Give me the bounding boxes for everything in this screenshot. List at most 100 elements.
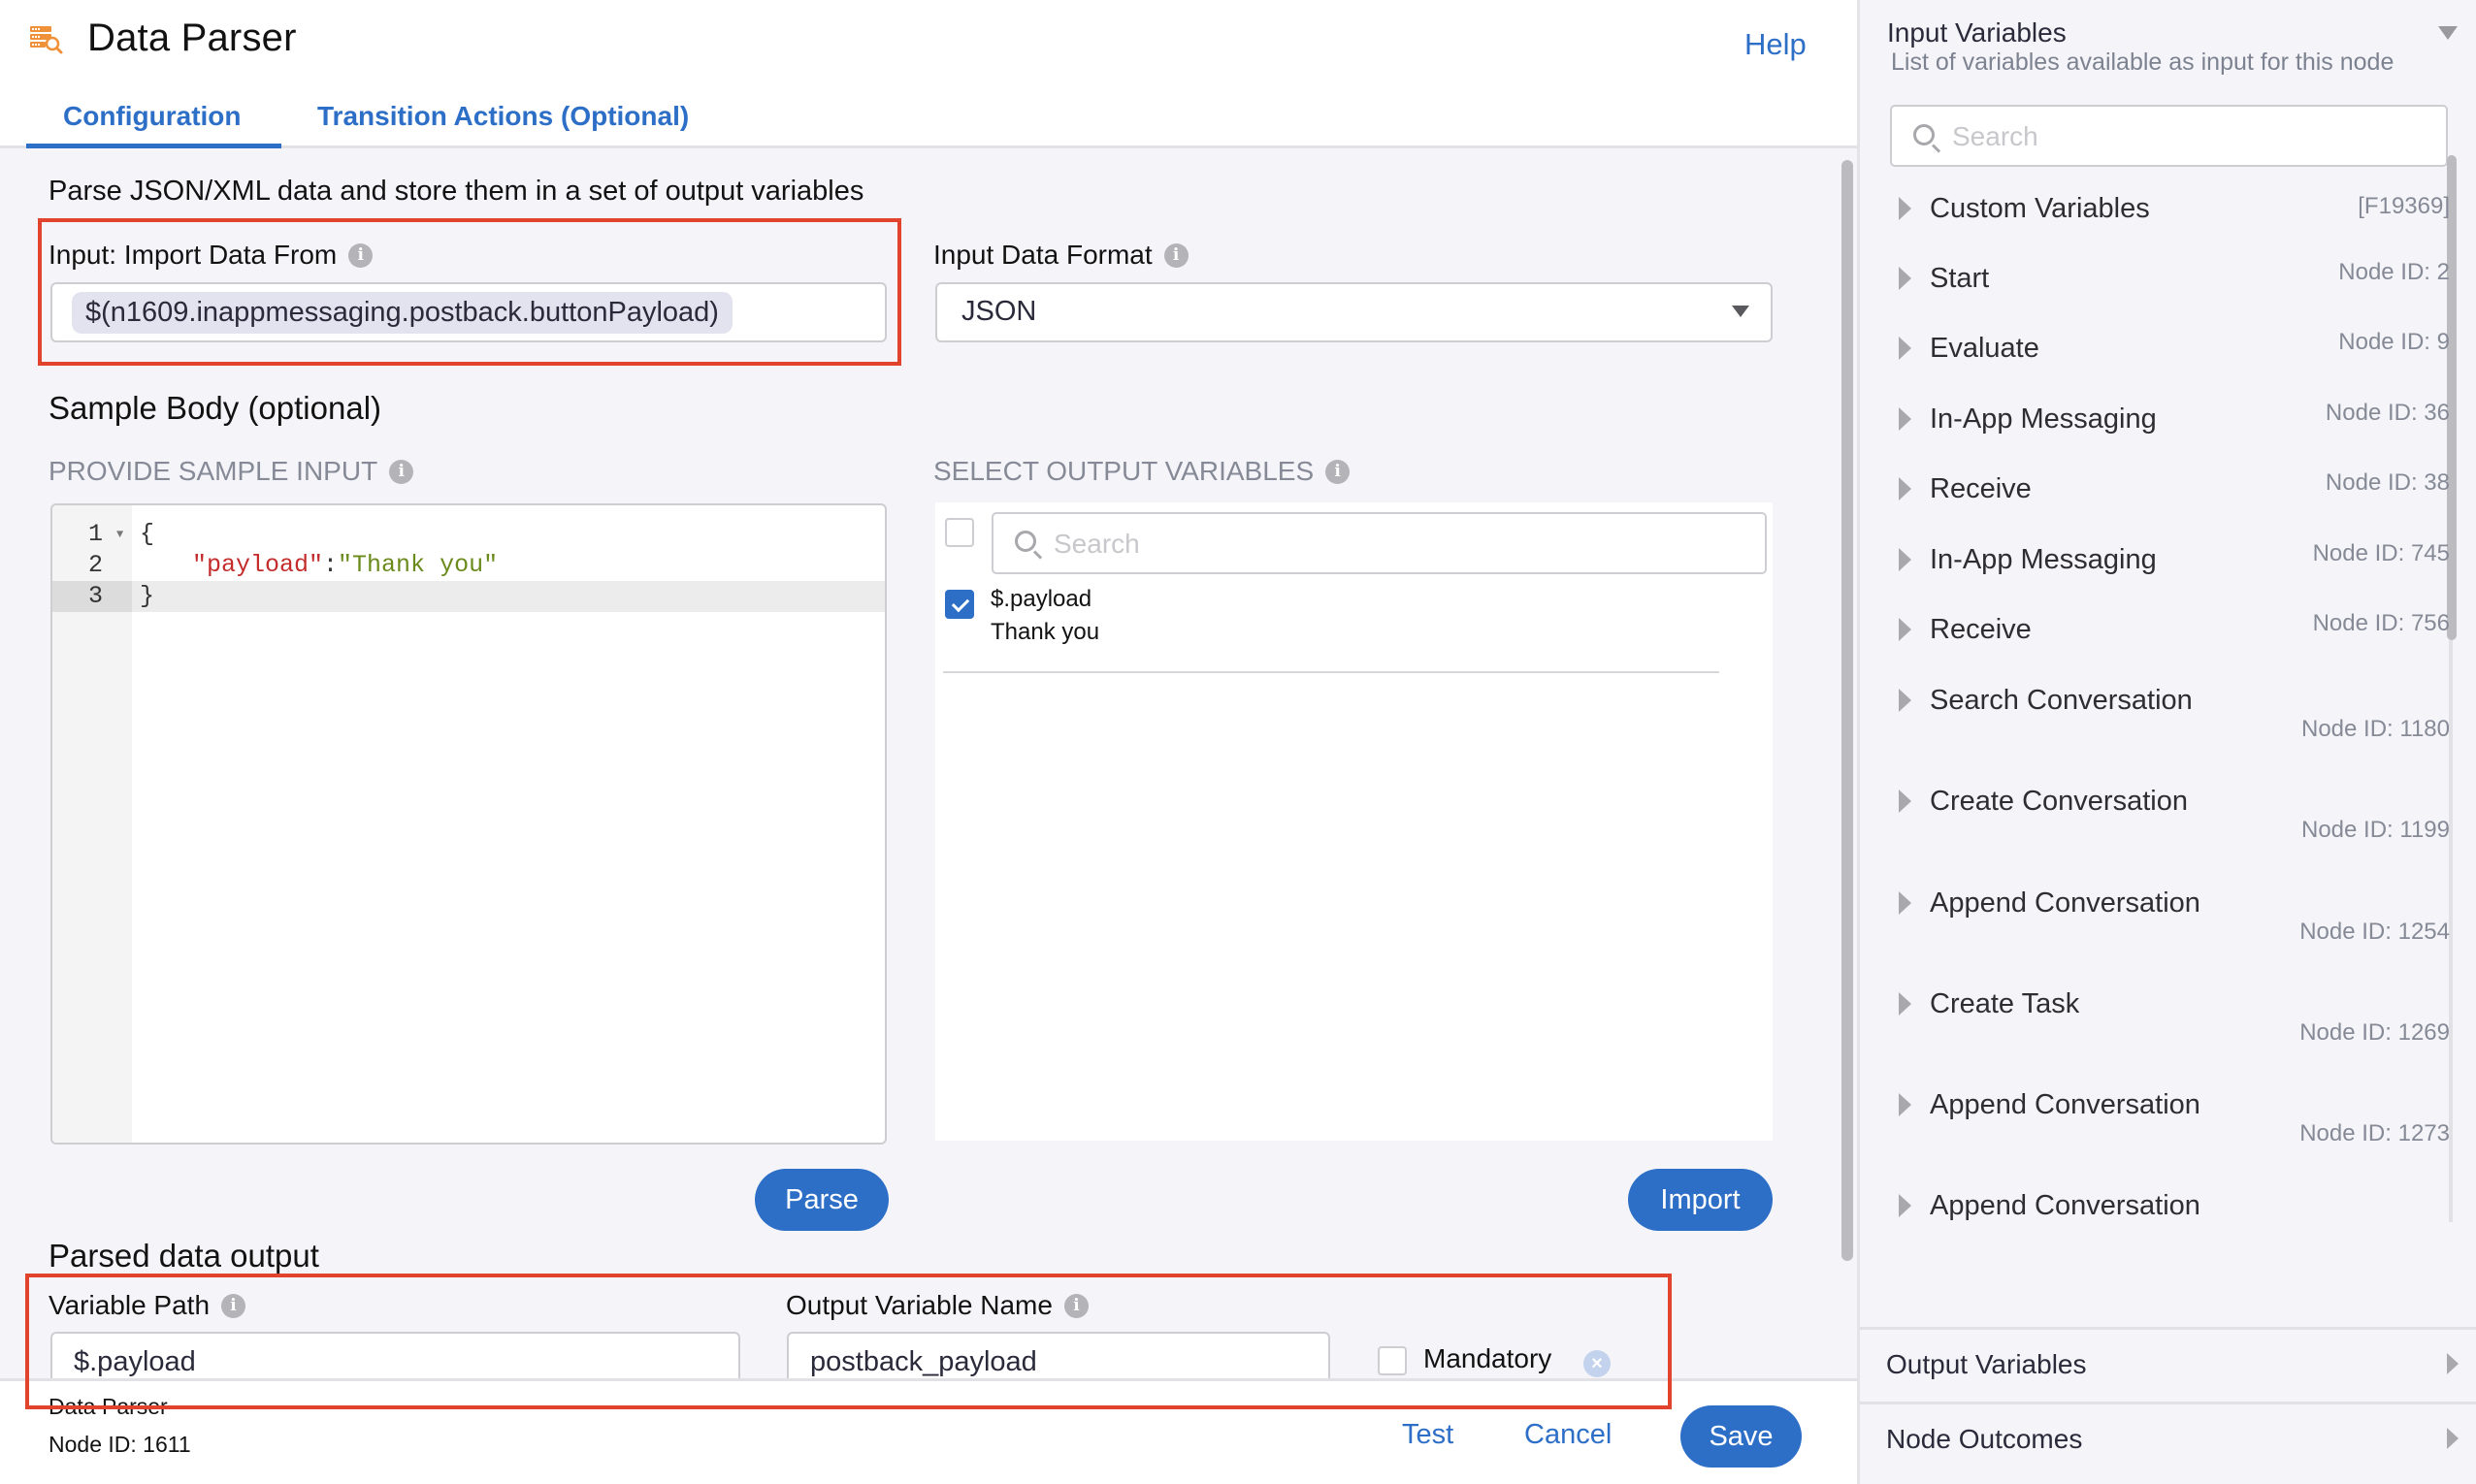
node-outcomes-section[interactable]: Node Outcomes: [1860, 1402, 2476, 1476]
input-variables-list: Custom Variables [F19369] Start Node ID:…: [1887, 179, 2450, 1225]
list-item[interactable]: Evaluate Node ID: 9: [1887, 329, 2450, 391]
expand-arrow-icon[interactable]: [1899, 790, 1911, 813]
variable-token[interactable]: $(n1609.inappmessaging.postback.buttonPa…: [72, 292, 733, 334]
list-item-id: Node ID: 745: [2312, 540, 2450, 566]
input-variables-search-placeholder: Search: [1952, 121, 2038, 151]
select-all-checkbox[interactable]: [945, 518, 974, 547]
expand-arrow-icon[interactable]: [1899, 689, 1911, 712]
input-format-value: JSON: [961, 296, 1037, 327]
output-search-placeholder: Search: [1054, 529, 1140, 559]
list-item[interactable]: Start Node ID: 2: [1887, 259, 2450, 321]
list-item[interactable]: Create Conversation Node ID: 1199: [1887, 786, 2450, 883]
mandatory-checkbox[interactable]: [1378, 1346, 1407, 1375]
output-variables-section[interactable]: Output Variables: [1860, 1327, 2476, 1402]
list-item[interactable]: Receive Node ID: 38: [1887, 469, 2450, 532]
tab-configuration[interactable]: Configuration: [63, 101, 242, 132]
list-item[interactable]: Append Conversation: [1887, 1190, 2450, 1225]
list-item-id: [F19369]: [2358, 193, 2450, 219]
expand-arrow-icon[interactable]: [1899, 197, 1911, 220]
chevron-right-icon: [2447, 1428, 2459, 1449]
fold-arrow-icon[interactable]: ▼: [116, 519, 123, 550]
expand-arrow-icon[interactable]: [1899, 477, 1911, 500]
info-icon[interactable]: i: [389, 459, 414, 484]
code-text: "payload":"Thank you": [192, 550, 498, 581]
code-line: 2 "payload":"Thank you": [52, 550, 885, 581]
list-item-id: Node ID: 38: [2325, 469, 2450, 496]
help-link[interactable]: Help: [1744, 27, 1807, 62]
expand-arrow-icon[interactable]: [1899, 891, 1911, 915]
variable-path-label-text: Variable Path: [49, 1290, 211, 1320]
list-item-name: Receive: [1930, 473, 2032, 504]
output-search-input[interactable]: Search: [992, 512, 1767, 574]
expand-arrow-icon[interactable]: [1899, 618, 1911, 641]
expand-arrow-icon[interactable]: [1899, 992, 1911, 1016]
list-item[interactable]: Search Conversation Node ID: 1180: [1887, 685, 2450, 782]
info-icon[interactable]: i: [1163, 242, 1189, 268]
description-text: Parse JSON/XML data and store them in a …: [49, 176, 864, 207]
output-var-path: $.payload: [991, 586, 1092, 612]
search-icon: [1015, 531, 1036, 552]
cancel-button[interactable]: Cancel: [1524, 1419, 1612, 1451]
list-item-id: Node ID: 9: [2338, 329, 2450, 355]
mandatory-label: Mandatory: [1423, 1343, 1552, 1373]
list-item[interactable]: Create Task Node ID: 1269: [1887, 988, 2450, 1085]
info-icon[interactable]: i: [348, 242, 374, 268]
test-button[interactable]: Test: [1402, 1419, 1453, 1451]
info-icon[interactable]: i: [1325, 459, 1351, 484]
expand-arrow-icon[interactable]: [1899, 1194, 1911, 1217]
collapse-caret-icon[interactable]: [2438, 26, 2458, 40]
main-scrollbar[interactable]: [1841, 160, 1853, 1261]
code-line-active: 3 }: [52, 581, 885, 612]
list-item[interactable]: In-App Messaging Node ID: 745: [1887, 540, 2450, 602]
node-outcomes-section-label: Node Outcomes: [1886, 1424, 2083, 1454]
save-button[interactable]: Save: [1680, 1405, 1802, 1468]
list-item-id: Node ID: 1273: [2299, 1120, 2450, 1146]
import-button[interactable]: Import: [1628, 1169, 1773, 1231]
chevron-right-icon: [2447, 1353, 2459, 1374]
list-item[interactable]: Receive Node ID: 756: [1887, 610, 2450, 672]
parsed-data-output-title: Parsed data output: [49, 1238, 319, 1274]
list-item[interactable]: Append Conversation Node ID: 1254: [1887, 887, 2450, 984]
output-var-checkbox[interactable]: [945, 590, 974, 619]
list-item-id: Node ID: 1199: [2301, 817, 2450, 843]
list-item-name: Append Conversation: [1930, 1089, 2200, 1120]
parse-button[interactable]: Parse: [755, 1169, 889, 1231]
input-variables-subtitle: List of variables available as input for…: [1891, 48, 2395, 76]
input-format-select[interactable]: JSON: [935, 282, 1773, 342]
sample-input-editor[interactable]: 1 ▼ { 2 "payload":"Thank you" 3 }: [50, 503, 887, 1145]
list-item-name: Create Conversation: [1930, 786, 2188, 817]
data-parser-icon: [30, 26, 63, 54]
list-item[interactable]: Append Conversation Node ID: 1273: [1887, 1089, 2450, 1186]
output-variables-section-label: Output Variables: [1886, 1349, 2087, 1379]
list-item-name: Append Conversation: [1930, 1190, 2200, 1221]
list-item[interactable]: In-App Messaging Node ID: 36: [1887, 400, 2450, 462]
list-item-name: Create Task: [1930, 988, 2080, 1019]
remove-row-icon[interactable]: ×: [1583, 1350, 1611, 1377]
tab-transition-actions[interactable]: Transition Actions (Optional): [317, 101, 689, 132]
variable-path-label: Variable Path i: [49, 1290, 246, 1321]
list-item-name: Append Conversation: [1930, 887, 2200, 919]
expand-arrow-icon[interactable]: [1899, 548, 1911, 571]
divider: [943, 671, 1719, 673]
provide-sample-input-text: PROVIDE SAMPLE INPUT: [49, 456, 378, 486]
code-text: {: [140, 520, 155, 548]
line-number: 3: [52, 581, 132, 612]
list-item-name: Custom Variables: [1930, 193, 2150, 224]
code-text: }: [140, 582, 155, 610]
line-number: 2: [87, 551, 103, 579]
input-variables-search[interactable]: Search: [1890, 105, 2448, 167]
expand-arrow-icon[interactable]: [1899, 1093, 1911, 1116]
expand-arrow-icon[interactable]: [1899, 267, 1911, 290]
import-data-input[interactable]: $(n1609.inappmessaging.postback.buttonPa…: [50, 282, 887, 342]
expand-arrow-icon[interactable]: [1899, 337, 1911, 360]
json-value: "Thank you": [338, 551, 499, 579]
list-item[interactable]: Custom Variables [F19369]: [1887, 193, 2450, 251]
page-title: Data Parser: [87, 16, 297, 59]
info-icon[interactable]: i: [221, 1293, 246, 1318]
import-data-label-text: Input: Import Data From: [49, 240, 338, 270]
expand-arrow-icon[interactable]: [1899, 407, 1911, 431]
info-icon[interactable]: i: [1063, 1293, 1089, 1318]
output-variable-name-label-text: Output Variable Name: [786, 1290, 1053, 1320]
input-format-label-text: Input Data Format: [933, 240, 1153, 270]
import-data-label: Input: Import Data From i: [49, 240, 374, 271]
